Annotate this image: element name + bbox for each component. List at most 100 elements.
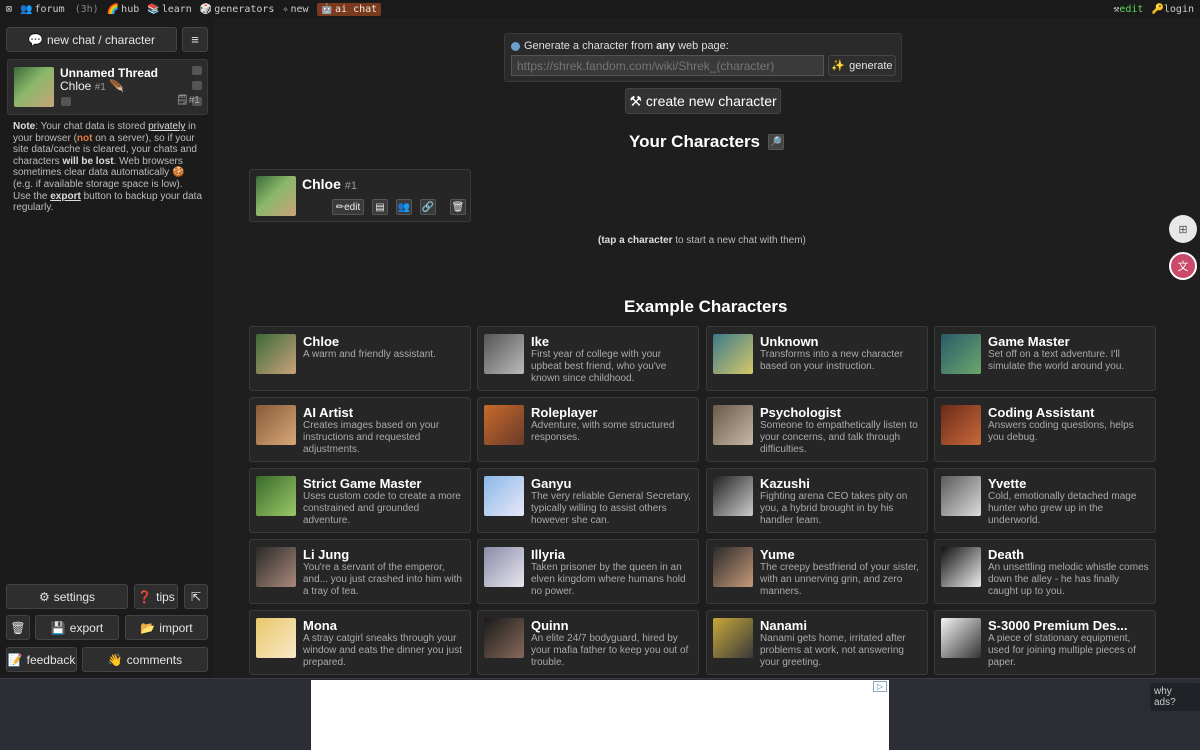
- delete-all-button[interactable]: 🗑: [6, 615, 30, 640]
- feedback-button[interactable]: 📝 feedback: [6, 647, 77, 672]
- character-avatar: [941, 405, 981, 445]
- character-description: A piece of stationary equipment, used fo…: [988, 633, 1136, 668]
- qr-code-button[interactable]: ⊞: [1169, 215, 1197, 243]
- character-name: Roleplayer: [531, 405, 598, 420]
- character-avatar: [256, 547, 296, 587]
- why-ads-button[interactable]: why ads?: [1150, 683, 1200, 711]
- example-character-card[interactable]: Li Jung You're a servant of the emperor, …: [249, 539, 471, 604]
- cookie-icon: 🍪: [171, 167, 185, 179]
- delete-character-button[interactable]: 🗑: [450, 199, 466, 215]
- chat-button[interactable]: ▤: [372, 199, 388, 215]
- character-name: Ike: [531, 334, 550, 349]
- translate-icon: 文: [1177, 261, 1189, 273]
- example-character-card[interactable]: Yume The creepy bestfriend of your sister…: [706, 539, 928, 604]
- edit-character-button[interactable]: ✏ edit: [332, 199, 364, 215]
- character-avatar: [941, 547, 981, 587]
- nav-hub[interactable]: 🌈 hub: [107, 4, 140, 15]
- character-name: Quinn: [531, 618, 569, 633]
- edit-link[interactable]: ⚒edit: [1113, 4, 1143, 15]
- menu-button[interactable]: ≡: [182, 27, 208, 52]
- menu-x-icon[interactable]: ⊠: [6, 4, 12, 15]
- example-character-card[interactable]: Death An unsettling melodic whistle comes…: [934, 539, 1156, 604]
- adchoices-icon[interactable]: ▷: [873, 681, 887, 692]
- url-input[interactable]: [511, 55, 824, 76]
- export-link[interactable]: export: [50, 191, 81, 202]
- key-icon: 🔑: [1151, 3, 1164, 15]
- translate-button[interactable]: 文: [1169, 252, 1197, 280]
- example-character-card[interactable]: Ike First year of college with your upbea…: [477, 326, 699, 391]
- top-nav-bar: ⊠ 👥 forum (3h) 🌈 hub 📚 learn 🎲 generators ✧ n…: [0, 0, 1200, 18]
- character-name: Yume: [760, 547, 795, 562]
- character-name: Ganyu: [531, 476, 572, 491]
- copy-icon[interactable]: [61, 97, 71, 106]
- nav-ai-chat[interactable]: 🤖 ai chat: [316, 2, 382, 16]
- rename-icon[interactable]: [192, 66, 202, 75]
- trash-icon: 🗑: [10, 620, 26, 635]
- login-link[interactable]: 🔑login: [1151, 4, 1194, 15]
- import-button[interactable]: 📂 import: [125, 615, 208, 640]
- nav-generators[interactable]: 🎲 generators: [200, 4, 275, 15]
- character-name: Game Master: [988, 334, 1070, 349]
- create-character-button[interactable]: ⚒ create new character: [625, 88, 781, 114]
- settings-button[interactable]: ⚙ settings: [6, 584, 128, 609]
- share-link-button[interactable]: 🔗: [420, 199, 436, 215]
- character-avatar: [484, 476, 524, 516]
- chat-icon: ▤: [375, 201, 385, 213]
- thread-item[interactable]: Unnamed Thread Chloe #1 🪶 🗒#1: [7, 59, 208, 115]
- thread-count: 🗒#1: [176, 95, 200, 106]
- character-name: Strict Game Master: [303, 476, 422, 491]
- hub-icon: 🌈: [106, 3, 120, 15]
- example-character-card[interactable]: Psychologist Someone to empathetically li…: [706, 397, 928, 462]
- character-avatar: [713, 547, 753, 587]
- search-icon[interactable]: 🔎: [768, 134, 785, 150]
- ad-banner[interactable]: ▷: [311, 680, 889, 750]
- character-description: Cold, emotionally detached mage hunter w…: [988, 491, 1137, 526]
- forum-icon: 👥: [20, 3, 33, 15]
- example-character-card[interactable]: Quinn An elite 24/7 bodyguard, hired by y…: [477, 610, 699, 675]
- nav-learn[interactable]: 📚 learn: [147, 4, 192, 15]
- hand-wave-icon: 👋: [107, 652, 123, 667]
- save-icon[interactable]: [192, 81, 202, 90]
- character-description: An unsettling melodic whistle comes down…: [988, 562, 1149, 597]
- nav-new[interactable]: ✧ new: [282, 4, 308, 15]
- example-character-card[interactable]: Illyria Taken prisoner by the queen in an…: [477, 539, 699, 604]
- generate-button[interactable]: ✨ generate: [828, 55, 896, 76]
- collapse-sidebar-button[interactable]: ⇱: [184, 584, 208, 609]
- new-chat-button[interactable]: 💬 new chat / character: [6, 27, 177, 52]
- character-avatar: [713, 476, 753, 516]
- character-description: Transforms into a new character based on…: [760, 349, 904, 372]
- character-name: Unknown: [760, 334, 819, 349]
- character-name: Psychologist: [760, 405, 841, 420]
- group-chat-button[interactable]: 👥: [396, 199, 412, 215]
- gear-icon: ⚙: [38, 589, 50, 604]
- ai-chat-icon: 🤖: [320, 3, 334, 15]
- example-character-card[interactable]: S-3000 Premium Des... A piece of stationa…: [934, 610, 1156, 675]
- example-character-card[interactable]: Strict Game Master Uses custom code to cr…: [249, 468, 471, 533]
- export-button[interactable]: 💾 export: [35, 615, 119, 640]
- example-character-card[interactable]: Nanami Nanami gets home, irritated after …: [706, 610, 928, 675]
- example-character-card[interactable]: Chloe A warm and friendly assistant.: [249, 326, 471, 391]
- trash-icon: 🗑: [451, 201, 465, 213]
- example-character-card[interactable]: Mona A stray catgirl sneaks through your …: [249, 610, 471, 675]
- pin-icon: 🪶: [109, 79, 125, 93]
- pencil-icon: ✏: [335, 201, 345, 213]
- my-character-card[interactable]: Chloe #1 ✏ edit ▤ 👥 🔗 🗑: [249, 169, 471, 222]
- character-name: Nanami: [760, 618, 807, 633]
- storage-note: Note: Your chat data is stored privately…: [13, 121, 203, 214]
- generate-label: Generate a character from any web page:: [511, 40, 729, 52]
- comments-button[interactable]: 👋 comments: [82, 647, 208, 672]
- example-character-card[interactable]: Roleplayer Adventure, with some structure…: [477, 397, 699, 462]
- example-character-card[interactable]: AI Artist Creates images based on your in…: [249, 397, 471, 462]
- people-icon: 👥: [397, 201, 411, 213]
- character-name: Death: [988, 547, 1025, 562]
- example-character-card[interactable]: Kazushi Fighting arena CEO takes pity on …: [706, 468, 928, 533]
- nav-forum[interactable]: 👥 forum (3h): [20, 4, 99, 15]
- example-character-card[interactable]: Coding Assistant Answers coding questions…: [934, 397, 1156, 462]
- example-character-card[interactable]: Unknown Transforms into a new character b…: [706, 326, 928, 391]
- example-character-card[interactable]: Ganyu The very reliable General Secretary…: [477, 468, 699, 533]
- your-characters-heading: Your Characters 🔎: [629, 132, 785, 151]
- character-description: The very reliable General Secretary, typ…: [531, 491, 691, 526]
- example-character-card[interactable]: Game Master Set off on a text adventure. …: [934, 326, 1156, 391]
- example-character-card[interactable]: Yvette Cold, emotionally detached mage hu…: [934, 468, 1156, 533]
- tips-button[interactable]: ❓ tips: [134, 584, 178, 609]
